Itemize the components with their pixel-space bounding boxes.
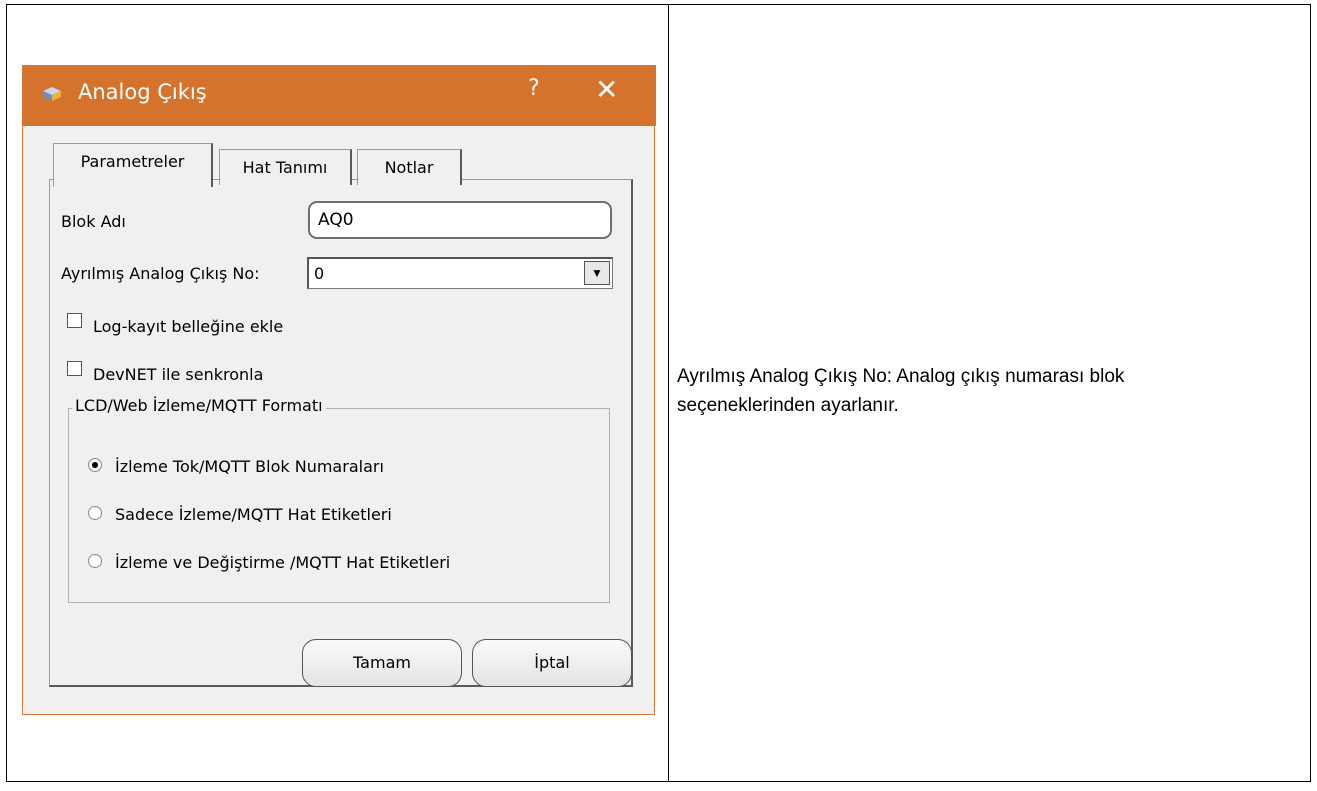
reserved-output-label: Ayrılmış Analog Çıkış No: <box>61 264 260 283</box>
description-line-2: seçeneklerinden ayarlanır. <box>677 395 899 416</box>
devnet-sync-label: DevNET ile senkronla <box>93 365 264 384</box>
help-button[interactable]: ? <box>528 76 540 101</box>
format-radio-block-numbers[interactable] <box>88 458 102 472</box>
dialog-titlebar: Analog Çıkış ? ✕ <box>23 65 656 126</box>
dropdown-arrow-icon[interactable]: ▼ <box>584 261 610 285</box>
analog-output-dialog: Analog Çıkış ? ✕ Parametreler Hat Tanımı… <box>22 65 656 715</box>
log-memory-checkbox[interactable] <box>67 313 82 328</box>
ok-button[interactable]: Tamam <box>302 639 462 687</box>
reserved-output-select[interactable]: 0 ▼ <box>307 257 613 289</box>
tab-line-definition[interactable]: Hat Tanımı <box>219 149 352 185</box>
format-option-label-3: İzleme ve Değiştirme /MQTT Hat Etiketler… <box>115 553 451 572</box>
description-line-1: Ayrılmış Analog Çıkış No: Analog çıkış n… <box>677 366 1125 387</box>
format-option-label-2: Sadece İzleme/MQTT Hat Etiketleri <box>115 505 392 524</box>
tab-parameters[interactable]: Parametreler <box>53 143 213 187</box>
format-radio-line-labels[interactable] <box>88 506 102 520</box>
log-memory-label: Log-kayıt belleğine ekle <box>93 317 284 336</box>
devnet-sync-checkbox[interactable] <box>67 361 82 376</box>
format-option-label-1: İzleme Tok/MQTT Blok Numaraları <box>115 457 384 476</box>
dialog-title: Analog Çıkış <box>78 80 207 104</box>
app-icon <box>43 87 61 101</box>
format-radio-edit-line-labels[interactable] <box>88 554 102 568</box>
reserved-output-value: 0 <box>314 264 325 283</box>
tab-notes[interactable]: Notlar <box>357 149 462 185</box>
block-name-label: Blok Adı <box>61 212 126 231</box>
cancel-button[interactable]: İptal <box>472 639 632 687</box>
block-name-input[interactable] <box>308 201 612 239</box>
table-column-divider <box>668 5 669 781</box>
close-button[interactable]: ✕ <box>595 73 618 106</box>
format-group-title: LCD/Web İzleme/MQTT Formatı <box>72 396 326 415</box>
description-text: Ayrılmış Analog Çıkış No: Analog çıkış n… <box>677 362 1277 420</box>
